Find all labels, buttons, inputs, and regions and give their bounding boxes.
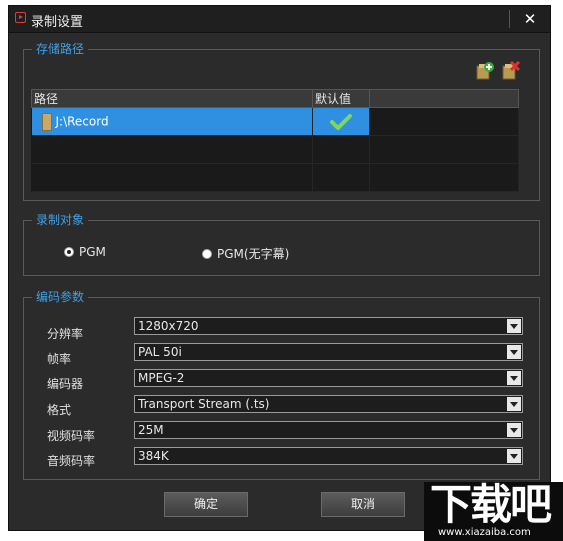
chevron-down-icon (507, 319, 521, 333)
title-separator (509, 10, 510, 28)
codec-select[interactable]: MPEG-2 (134, 369, 523, 387)
chevron-down-icon (507, 345, 521, 359)
resolution-label: 分辨率 (47, 327, 84, 341)
default-cell[interactable] (312, 107, 370, 136)
encoding-params-legend: 编码参数 (32, 290, 89, 304)
folder-icon (41, 112, 52, 131)
table-row[interactable] (31, 163, 519, 192)
remove-folder-icon[interactable] (501, 60, 521, 81)
audio-bitrate-label: 音频码率 (47, 454, 96, 468)
video-bitrate-select[interactable]: 25M (134, 421, 523, 439)
table-row[interactable]: J:\Record (31, 107, 519, 136)
radio-pgm[interactable]: PGM (64, 245, 106, 259)
title-bar: 录制设置 ✕ (9, 6, 550, 33)
path-value: J:\Record (55, 114, 109, 128)
path-table: 路径 默认值 J:\Record (31, 89, 519, 192)
radio-dot-icon (202, 248, 212, 259)
resolution-select[interactable]: 1280x720 (134, 317, 523, 335)
path-cell[interactable]: J:\Record (31, 107, 313, 136)
ok-button[interactable]: 确定 (164, 492, 248, 517)
close-button[interactable]: ✕ (518, 8, 542, 30)
record-target-legend: 录制对象 (32, 213, 89, 227)
watermark-main-text: 下载吧 (430, 480, 552, 529)
chevron-down-icon (507, 449, 521, 463)
frame-rate-select[interactable]: PAL 50i (134, 343, 523, 361)
radio-pgm-label: PGM (79, 245, 106, 259)
audio-bitrate-select[interactable]: 384K (134, 447, 523, 465)
record-settings-dialog: 录制设置 ✕ 存储路径 路径 默认值 J:\Record 录制对象 PGM PG… (8, 5, 551, 531)
format-label: 格式 (47, 403, 72, 417)
frame-rate-label: 帧率 (47, 352, 72, 366)
chevron-down-icon (507, 423, 521, 437)
cancel-button[interactable]: 取消 (321, 492, 405, 517)
format-select[interactable]: Transport Stream (.ts) (134, 395, 523, 413)
codec-value: MPEG-2 (138, 371, 185, 385)
chevron-down-icon (507, 397, 521, 411)
audio-bitrate-value: 384K (138, 449, 169, 463)
resolution-value: 1280x720 (138, 319, 199, 333)
table-row[interactable] (31, 135, 519, 164)
app-icon (15, 12, 26, 23)
radio-dot-icon (64, 247, 74, 257)
codec-label: 编码器 (47, 377, 84, 391)
empty-cell (369, 107, 519, 136)
frame-rate-value: PAL 50i (138, 345, 182, 359)
watermark-url: www.xiazaiba.com (438, 527, 531, 538)
checkmark-icon (330, 113, 352, 130)
storage-path-group: 存储路径 路径 默认值 J:\Record (23, 42, 540, 201)
window-title: 录制设置 (31, 15, 84, 30)
add-folder-icon[interactable] (475, 61, 495, 81)
storage-path-legend: 存储路径 (32, 42, 89, 56)
video-bitrate-value: 25M (138, 423, 164, 437)
column-header-path: 路径 (31, 89, 313, 108)
video-bitrate-label: 视频码率 (47, 429, 96, 443)
radio-pgm-no-subtitle-label: PGM(无字幕) (217, 247, 290, 261)
record-target-group: 录制对象 PGM PGM(无字幕) (23, 213, 540, 276)
radio-pgm-no-subtitle[interactable]: PGM(无字幕) (202, 245, 289, 262)
format-value: Transport Stream (.ts) (138, 397, 270, 411)
watermark-logo: 下载吧 www.xiazaiba.com (424, 482, 563, 541)
chevron-down-icon (507, 371, 521, 385)
column-header-empty (369, 89, 519, 108)
column-header-default: 默认值 (312, 89, 370, 108)
